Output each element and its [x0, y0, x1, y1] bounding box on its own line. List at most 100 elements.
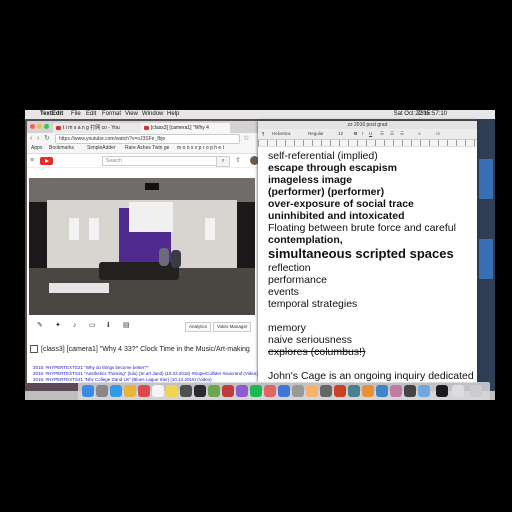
text-line: simultaneous scripted spaces	[268, 246, 454, 261]
video-projection-screen	[129, 202, 173, 232]
app-icon[interactable]	[292, 385, 304, 397]
text-line: performance	[268, 274, 327, 286]
video-acoustic-panel	[89, 218, 99, 240]
zoom-window-icon[interactable]	[44, 124, 49, 129]
launchpad-icon[interactable]	[96, 385, 108, 397]
app-icon[interactable]	[418, 385, 430, 397]
tab-youtube-channel[interactable]: t i m s a n g 打网 co - You	[53, 123, 142, 133]
enhance-icon[interactable]: ✦	[55, 319, 61, 333]
text-line: reflection	[268, 262, 311, 274]
video-manager-button[interactable]: Video Manager	[213, 322, 252, 332]
bookmark-apps[interactable]: Apps	[31, 144, 42, 153]
list-select[interactable]: ⁝≡	[436, 129, 440, 139]
app-icon[interactable]	[404, 385, 416, 397]
search-input[interactable]: Search	[102, 156, 217, 166]
app-icon[interactable]	[436, 385, 448, 397]
bold-icon[interactable]: B	[354, 129, 357, 139]
bookmark-simpleadder[interactable]: SimpleAdder	[87, 144, 116, 153]
tab-strip: t i m s a n g 打网 co - You [class3] [came…	[27, 121, 267, 133]
video-person	[159, 248, 169, 266]
italic-icon[interactable]: I	[362, 129, 363, 139]
close-window-icon[interactable]	[30, 124, 35, 129]
hamburger-icon[interactable]: ≡	[30, 156, 34, 165]
calendar-icon[interactable]	[152, 385, 164, 397]
reload-icon[interactable]: ↻	[44, 134, 50, 143]
line-spacing-select[interactable]: ≡	[418, 129, 421, 139]
subtitles-icon[interactable]: ▤	[123, 319, 130, 333]
menu-file[interactable]: File	[71, 110, 81, 119]
app-icon[interactable]	[334, 385, 346, 397]
document-text[interactable]: self-referential (implied) escape throug…	[268, 150, 473, 382]
clock[interactable]: Sat Oct 22 15:57:10	[394, 110, 447, 119]
trash-icon[interactable]	[470, 385, 482, 397]
finder-icon[interactable]	[82, 385, 94, 397]
font-style-select[interactable]: Regular	[308, 129, 324, 139]
text-line: self-referential (implied)	[268, 150, 378, 162]
menu-edit[interactable]: Edit	[86, 110, 96, 119]
app-icon[interactable]	[306, 385, 318, 397]
app-icon[interactable]	[376, 385, 388, 397]
app-icon[interactable]	[390, 385, 402, 397]
app-icon[interactable]	[348, 385, 360, 397]
video-title-row: [class3] [camera1] "Why 4 33?" Clock Tim…	[27, 343, 267, 357]
video-title: [class3] [camera1] "Why 4 33?" Clock Tim…	[41, 346, 250, 353]
menu-window[interactable]: Window	[142, 110, 163, 119]
menu-format[interactable]: Format	[102, 110, 121, 119]
browser-window: t i m s a n g 打网 co - You [class3] [came…	[27, 121, 267, 383]
video-acoustic-panel	[69, 218, 79, 240]
video-keyboard	[49, 283, 109, 293]
notes-icon[interactable]	[166, 385, 178, 397]
spotify-icon[interactable]	[250, 385, 262, 397]
bookmark-rare-ashes[interactable]: Rare Ashes Twin ge	[125, 144, 169, 153]
menu-help[interactable]: Help	[167, 110, 179, 119]
app-icon[interactable]	[138, 385, 150, 397]
bookmark-bookmarks[interactable]: Bookmarks	[49, 144, 74, 153]
ruler[interactable]	[258, 140, 477, 147]
upload-icon[interactable]: ⇧	[235, 156, 241, 165]
align-center-icon[interactable]: ☰	[390, 129, 394, 139]
align-left-icon[interactable]: ☰	[380, 129, 384, 139]
app-icon[interactable]	[208, 385, 220, 397]
terminal-icon[interactable]	[194, 385, 206, 397]
app-icon[interactable]	[222, 385, 234, 397]
app-icon[interactable]	[320, 385, 332, 397]
tab-class3-video[interactable]: [class3] [camera1] "Why 4	[141, 123, 230, 133]
forward-icon[interactable]: ›	[37, 134, 39, 143]
align-right-icon[interactable]: ☰	[400, 129, 404, 139]
text-line: naive seriousness	[268, 334, 353, 346]
app-menu[interactable]: TextEdit	[40, 110, 63, 119]
youtube-icon	[144, 125, 149, 130]
app-icon[interactable]	[362, 385, 374, 397]
font-size-select[interactable]: 12	[338, 129, 343, 139]
font-family-select[interactable]: Helvetica	[272, 129, 291, 139]
text-line: explores (columbus!)	[268, 346, 366, 358]
annotations-icon[interactable]: ▭	[89, 319, 96, 333]
video-player[interactable]	[29, 178, 255, 315]
text-line: temporal strategies	[268, 298, 358, 310]
url-field[interactable]: https://www.youtube.com/watch?v=oJ3SFe_f…	[55, 134, 240, 144]
menu-view[interactable]: View	[125, 110, 138, 119]
minimize-window-icon[interactable]	[37, 124, 42, 129]
bookmarks-bar: Apps Bookmarks SimpleAdder Rare Ashes Tw…	[27, 144, 267, 154]
app-icon[interactable]	[180, 385, 192, 397]
underline-icon[interactable]: U	[369, 129, 372, 139]
chrome-icon[interactable]	[124, 385, 136, 397]
text-line: contemplation,	[268, 234, 343, 246]
app-icon[interactable]	[264, 385, 276, 397]
music-icon[interactable]: ♪	[73, 319, 77, 333]
downloads-icon[interactable]	[452, 385, 464, 397]
paragraph-style-select[interactable]: ¶	[262, 129, 264, 139]
back-icon[interactable]: ‹	[30, 134, 32, 143]
info-icon[interactable]: ℹ	[107, 319, 110, 333]
star-icon[interactable]: ☆	[243, 134, 249, 143]
safari-icon[interactable]	[110, 385, 122, 397]
edit-icon[interactable]: ✎	[37, 319, 43, 333]
text-line: escape through escapism	[268, 162, 397, 174]
checkbox-icon[interactable]	[30, 345, 38, 354]
youtube-logo[interactable]	[40, 157, 53, 165]
analytics-button[interactable]: Analytics	[185, 322, 212, 332]
app-icon[interactable]	[236, 385, 248, 397]
search-icon[interactable]: ⌕	[216, 156, 230, 167]
bookmark-monsvprophet[interactable]: m o n s v p r o p h e t	[177, 144, 224, 153]
app-icon[interactable]	[278, 385, 290, 397]
